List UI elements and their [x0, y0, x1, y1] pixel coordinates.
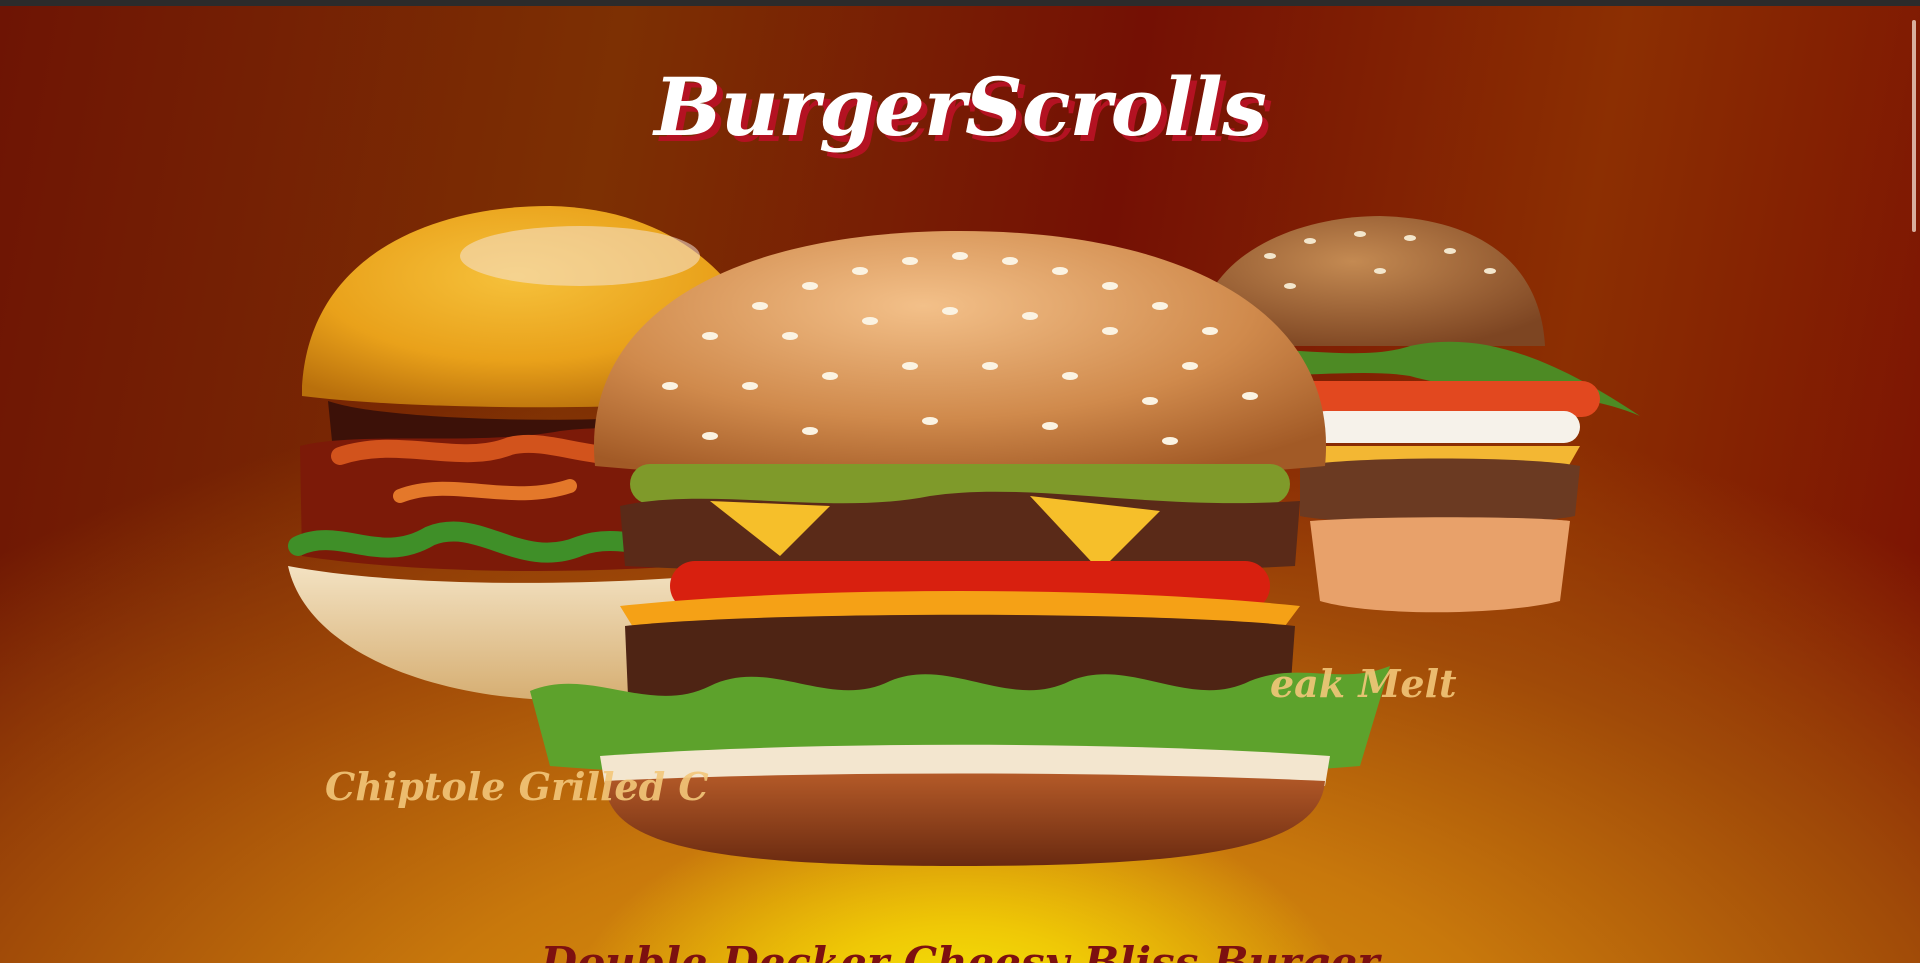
burger-name-right: eak Melt: [1270, 661, 1457, 706]
hero-section: BurgerScrolls Chiptole Grilled C eak Mel…: [0, 6, 1920, 963]
burger-name-center: Double Decker Cheesy Bliss Burger: [540, 938, 1380, 963]
scrollbar-thumb[interactable]: [1912, 20, 1916, 232]
vertical-scrollbar[interactable]: [1906, 6, 1920, 963]
site-logo-title[interactable]: BurgerScrolls: [0, 60, 1920, 154]
burger-name-left: Chiptole Grilled C: [325, 764, 709, 809]
